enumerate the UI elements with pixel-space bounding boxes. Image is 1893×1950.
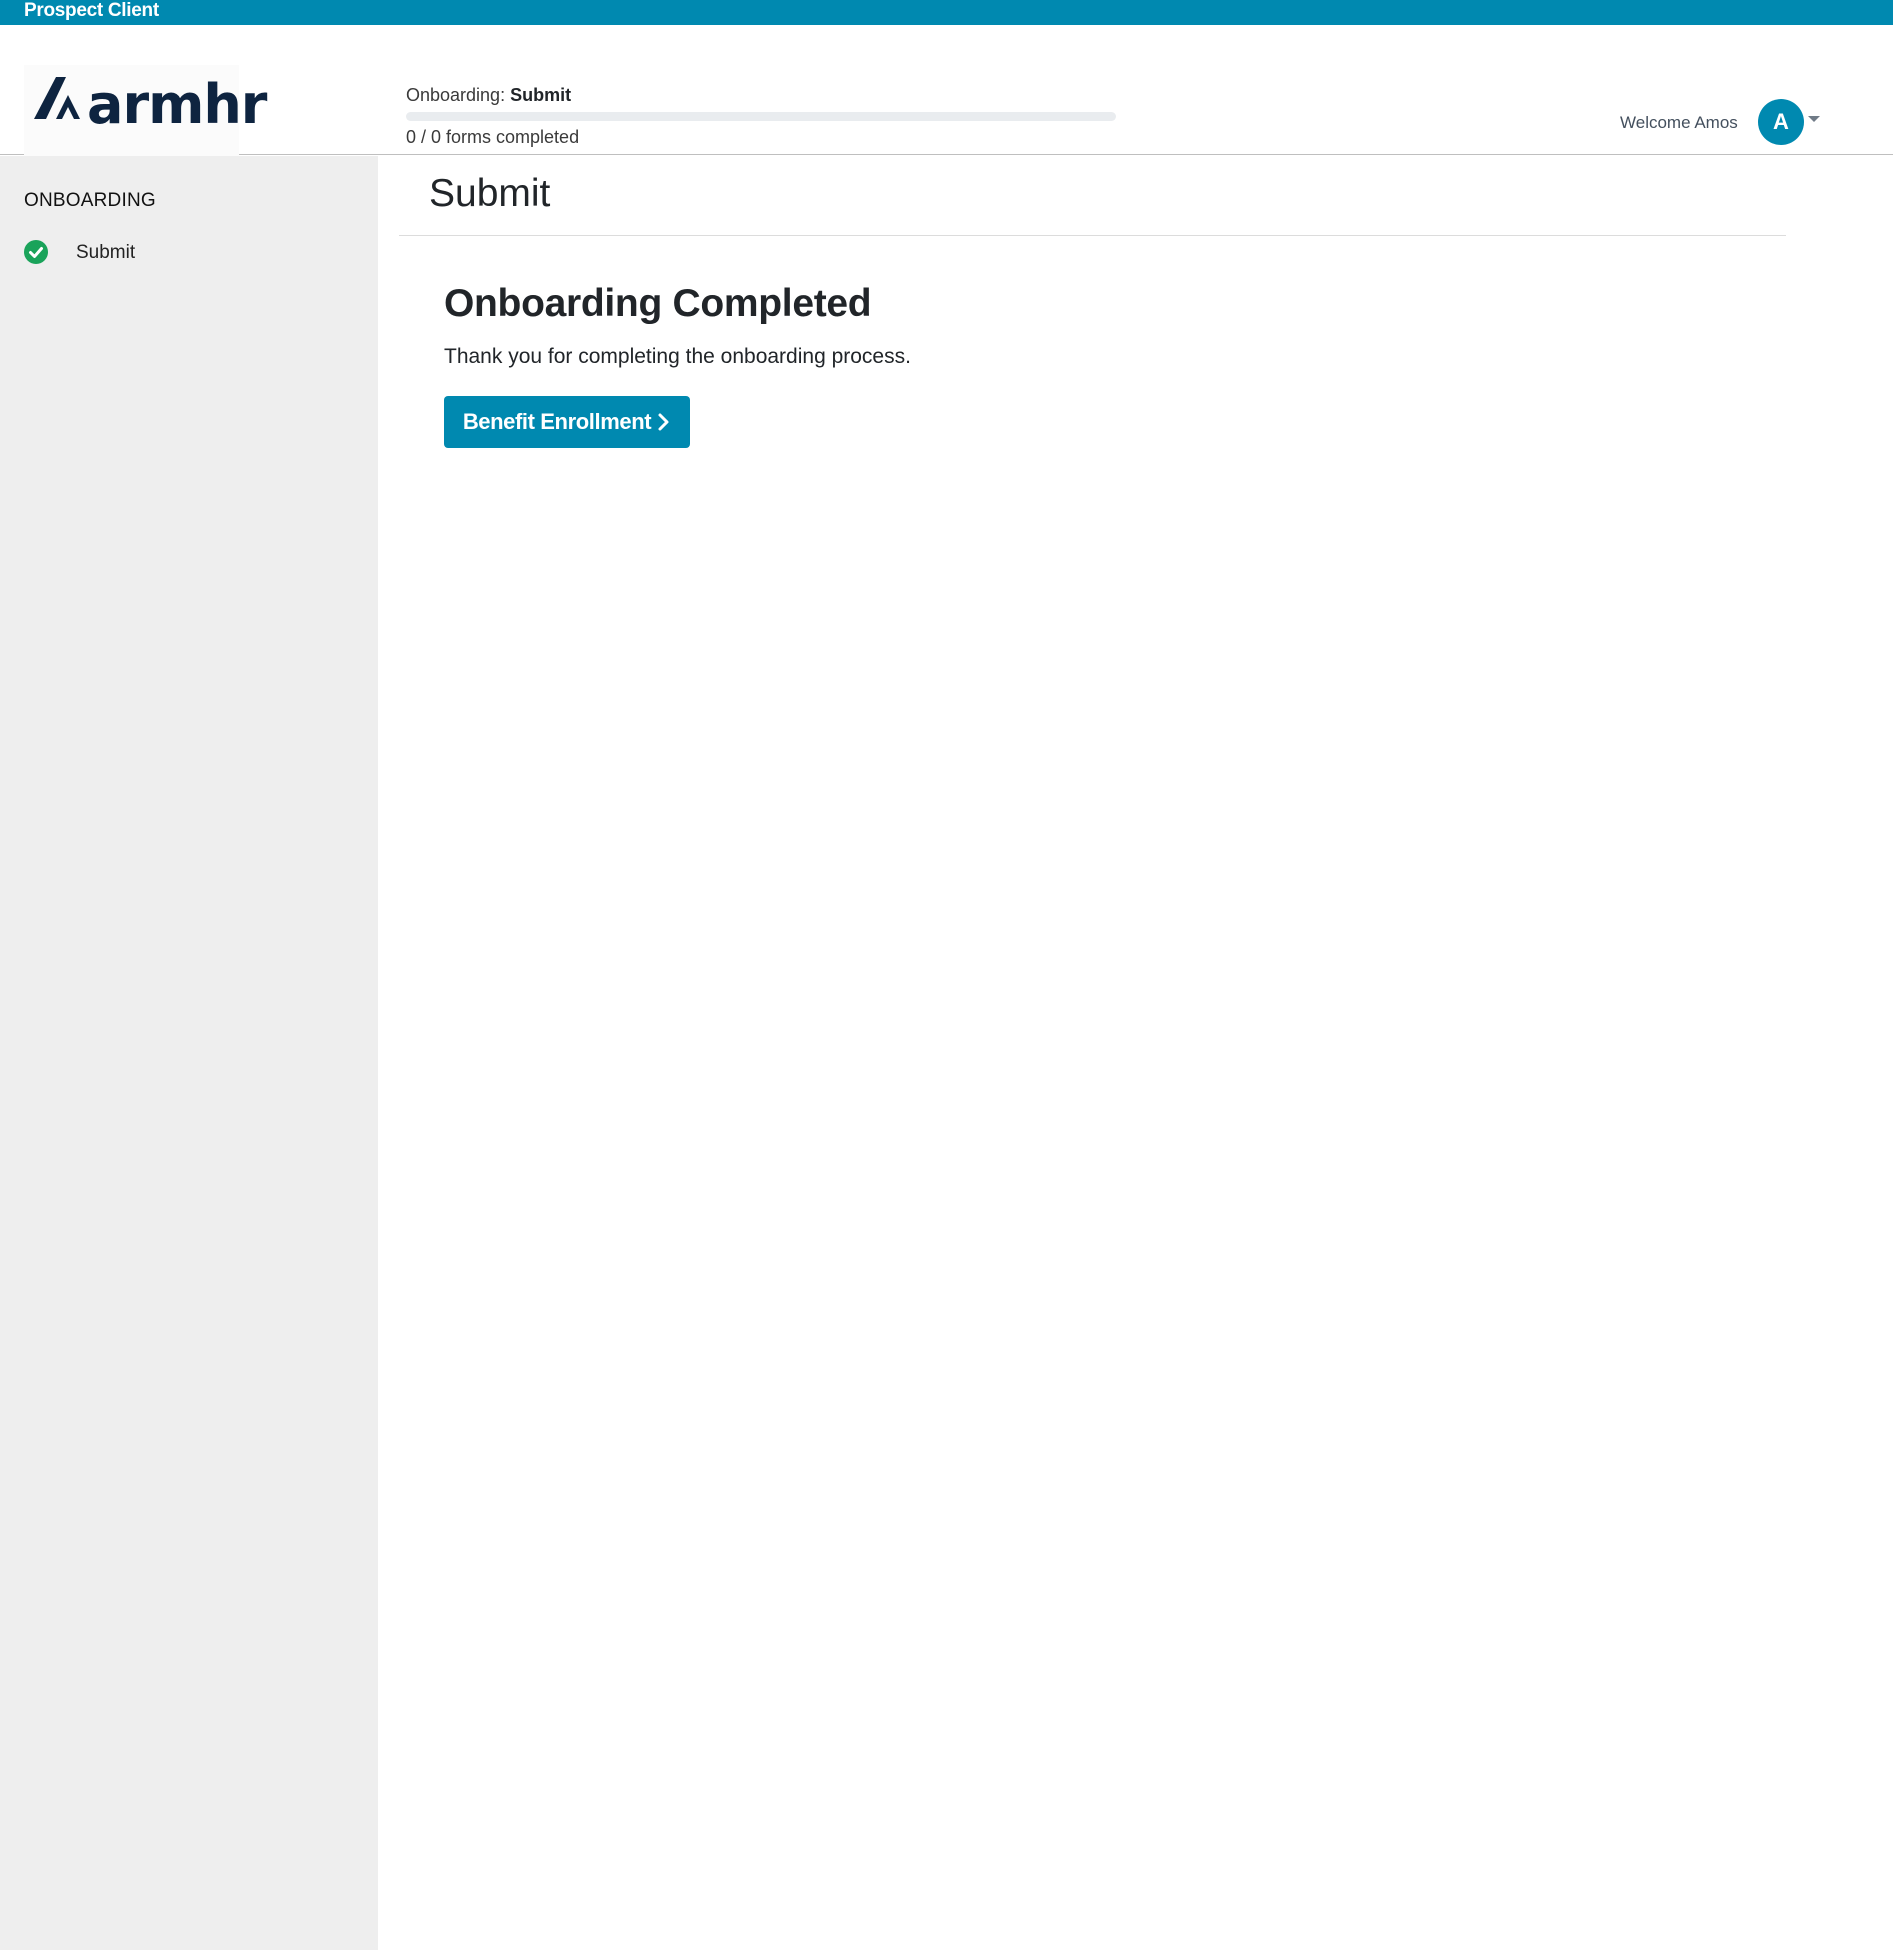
sidebar: ONBOARDING Submit (0, 156, 378, 1950)
onboarding-progress: Onboarding: Submit 0 / 0 forms completed (406, 84, 1116, 148)
forms-completed-count: 0 / 0 forms completed (406, 127, 580, 147)
benefit-enrollment-button[interactable]: Benefit Enrollment (444, 396, 690, 448)
chevron-down-icon[interactable] (1808, 116, 1820, 122)
header: armhr Onboarding: Submit 0 / 0 forms com… (0, 25, 1893, 165)
divider (399, 235, 1786, 236)
client-type-label: Prospect Client (24, 0, 159, 21)
progress-label-prefix: Onboarding: (406, 85, 506, 105)
user-avatar[interactable]: A (1758, 99, 1804, 145)
chevron-right-icon (658, 413, 669, 431)
welcome-text: Welcome Amos (1620, 113, 1738, 132)
sidebar-item-label: Submit (76, 242, 136, 263)
sidebar-heading: ONBOARDING (24, 190, 156, 211)
progress-bar (406, 112, 1116, 121)
logo-mark-icon (34, 77, 80, 119)
logo-wordmark: armhr (87, 73, 267, 136)
progress-label: Onboarding: Submit (406, 84, 1116, 106)
progress-current-step: Submit (510, 85, 572, 105)
armhr-logo[interactable]: armhr (24, 65, 267, 165)
top-bar: Prospect Client (0, 0, 1893, 25)
sidebar-item-submit[interactable]: Submit (24, 238, 354, 270)
page-title: Submit (429, 172, 551, 215)
benefit-enrollment-label: Benefit Enrollment (462, 409, 652, 434)
completed-message: Thank you for completing the onboarding … (444, 345, 911, 368)
completed-heading: Onboarding Completed (444, 282, 872, 325)
check-circle-icon (24, 240, 48, 264)
